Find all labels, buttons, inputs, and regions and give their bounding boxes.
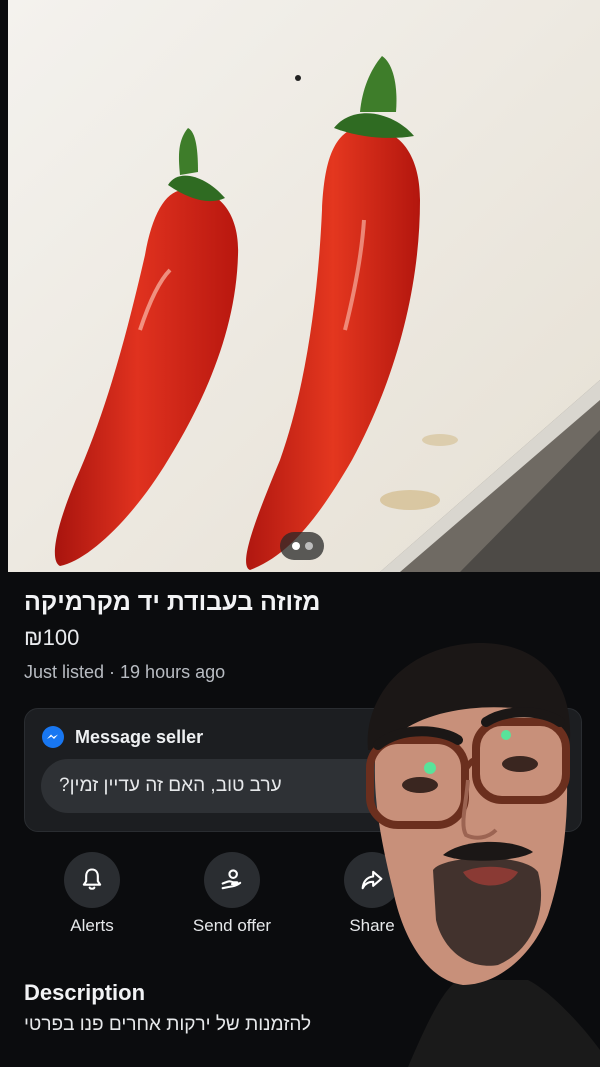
offer-icon <box>221 869 242 890</box>
carousel-dot <box>304 542 313 550</box>
carousel-indicator[interactable] <box>280 532 324 560</box>
presenter-video-overlay <box>366 642 600 1067</box>
product-photo[interactable] <box>0 0 600 572</box>
send-offer-button[interactable]: Send offer <box>162 852 302 936</box>
alerts-label: Alerts <box>70 916 114 935</box>
description-heading: Description <box>24 980 146 1005</box>
listing-time: Just listed · 19 hours ago <box>24 662 226 682</box>
carousel-dot-active <box>291 542 300 550</box>
messenger-icon <box>42 726 64 748</box>
bell-icon <box>82 868 102 890</box>
message-seller-label: Message seller <box>75 726 204 747</box>
listing-title: מזוזה בעבודת יד מקרמיקה <box>24 588 321 616</box>
send-offer-label: Send offer <box>192 916 272 935</box>
alerts-button[interactable]: Alerts <box>22 852 162 936</box>
photo-edge <box>0 0 8 572</box>
description-text: להזמנות של ירקות אחרים פנו בפרטי <box>24 1014 312 1035</box>
message-seller-header: Message seller <box>41 725 203 749</box>
chili-peppers-image <box>0 0 600 572</box>
listing-price: ₪100 <box>24 625 80 650</box>
